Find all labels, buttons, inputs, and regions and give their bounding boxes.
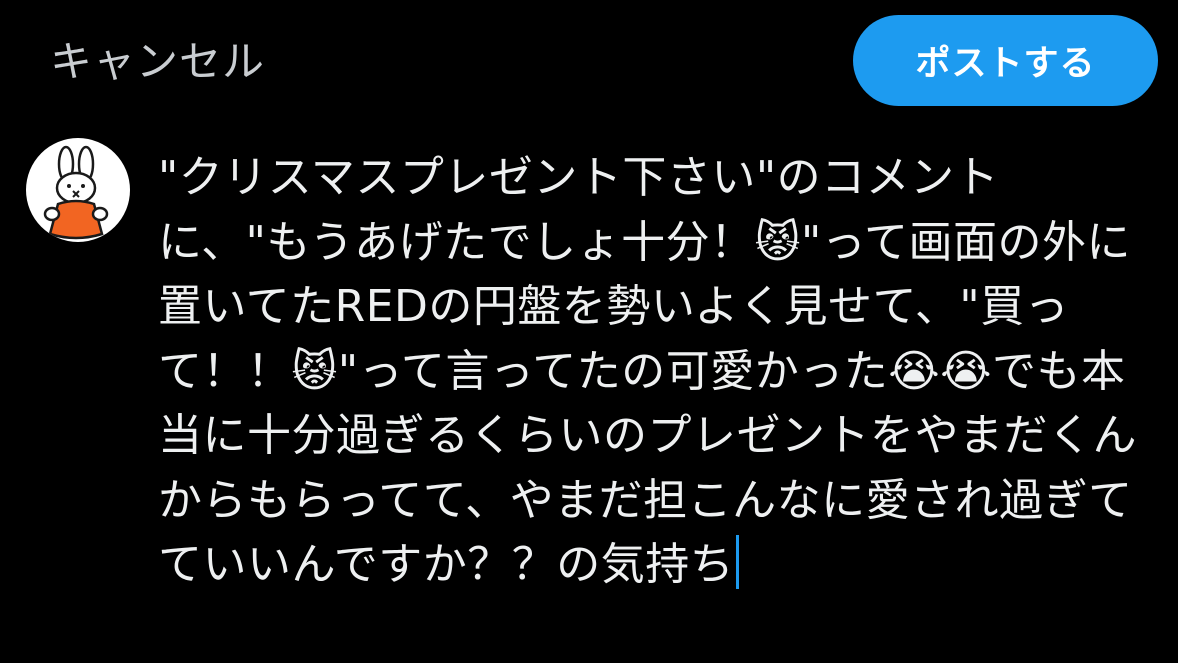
post-button[interactable]: ポストする (853, 15, 1158, 106)
avatar[interactable] (26, 138, 130, 242)
compose-header: キャンセル ポストする (0, 0, 1178, 130)
compose-textarea[interactable]: "クリスマスプレゼント下さい"のコメントに、"もうあげたでしょ十分！😾"って画面… (158, 146, 1148, 656)
text-caret (736, 535, 740, 589)
rabbit-avatar-icon (43, 145, 109, 240)
cancel-button[interactable]: キャンセル (50, 34, 265, 90)
compose-text: "クリスマスプレゼント下さい"のコメントに、"もうあげたでしょ十分！😾"って画面… (158, 152, 1137, 590)
